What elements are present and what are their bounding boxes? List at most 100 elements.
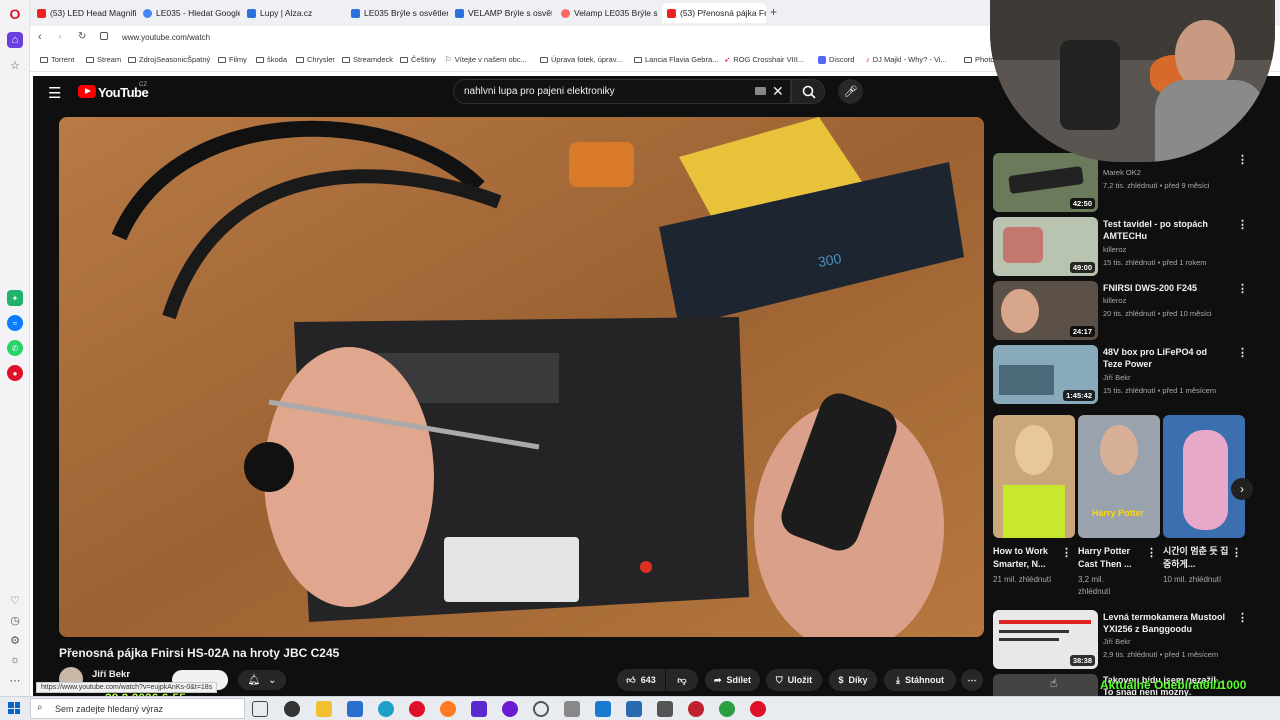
bookmark[interactable]: ZdrojSeasonicŠpatný: [128, 55, 210, 64]
lightbulb-icon[interactable]: ☼: [7, 652, 23, 668]
edge-icon[interactable]: [378, 701, 394, 717]
kebab-menu-icon[interactable]: ⋮: [1237, 611, 1248, 624]
app-icon[interactable]: [533, 701, 549, 717]
bookmark[interactable]: ⚐ Vítejte v našem obc...: [445, 55, 527, 64]
related-thumbnail[interactable]: 1:45:42: [993, 345, 1098, 404]
app-icon[interactable]: [471, 701, 487, 717]
kebab-menu-icon[interactable]: ⋮: [1231, 546, 1242, 559]
short-thumbnail[interactable]: Harry Potter: [1078, 415, 1160, 538]
search-button[interactable]: [791, 79, 825, 104]
related-title[interactable]: Test tavidel - po stopách AMTECHu: [1103, 218, 1228, 242]
related-thumbnail[interactable]: 38:38: [993, 610, 1098, 669]
chatgpt-icon[interactable]: ✦: [7, 290, 23, 306]
music-icon[interactable]: ●: [7, 365, 23, 381]
search-input[interactable]: nahlvni lupa pro pajeni elektroniky: [464, 86, 615, 97]
thanks-button[interactable]: $ Díky: [829, 669, 877, 691]
bookmark[interactable]: Lancia Flavia Gebra...: [634, 55, 718, 64]
short-thumbnail[interactable]: [1163, 415, 1245, 538]
bookmark[interactable]: ➶ ROG Crosshair VIII...: [724, 55, 804, 64]
star-icon[interactable]: ☆: [7, 57, 23, 73]
menu-icon[interactable]: ☰: [48, 84, 61, 102]
kebab-menu-icon[interactable]: ⋮: [1237, 218, 1248, 231]
opera-logo-icon[interactable]: O: [7, 6, 23, 22]
related-thumbnail[interactable]: 24:17: [993, 281, 1098, 340]
back-icon[interactable]: ‹: [38, 31, 42, 43]
voice-search-icon[interactable]: 🎤︎: [838, 79, 863, 104]
bookmark[interactable]: Chrysler: [296, 55, 335, 64]
tab-2[interactable]: Lupy | Alza.cz: [242, 3, 344, 23]
notifications-button[interactable]: 🔔︎ ⌄: [238, 670, 286, 690]
related-thumbnail[interactable]: 49:00: [993, 217, 1098, 276]
share-button[interactable]: ➦ Sdílet: [705, 669, 760, 691]
related-thumbnail[interactable]: [993, 674, 1098, 696]
bookmark[interactable]: Torrent: [40, 55, 74, 64]
task-view-icon[interactable]: [252, 701, 268, 717]
messenger-icon[interactable]: ≈: [7, 315, 23, 331]
keyboard-icon[interactable]: [755, 87, 766, 95]
app-icon[interactable]: [595, 701, 611, 717]
short-title[interactable]: 시간이 멈춘 듯 집중하게...: [1163, 545, 1235, 571]
app-icon[interactable]: [719, 701, 735, 717]
channel-name[interactable]: Jiří Bekr: [92, 669, 130, 680]
reload-icon[interactable]: ↻: [78, 31, 86, 42]
clear-search-icon[interactable]: ✕: [772, 83, 784, 100]
app-icon[interactable]: [626, 701, 642, 717]
home-icon[interactable]: ⌂: [7, 32, 23, 48]
settings-icon[interactable]: ⚙: [7, 632, 23, 648]
opera-icon[interactable]: [409, 701, 425, 717]
related-thumbnail[interactable]: 42:50: [993, 153, 1098, 212]
download-button[interactable]: ⤓ Stáhnout: [884, 669, 956, 691]
like-button[interactable]: 👍︎ 643: [617, 669, 665, 691]
obs-icon[interactable]: [284, 701, 300, 717]
tab-0[interactable]: (53) LED Head Magnifier s...: [32, 3, 136, 23]
new-tab-icon[interactable]: +: [770, 5, 777, 19]
short-title[interactable]: How to Work Smarter, N...: [993, 545, 1065, 571]
short-thumbnail[interactable]: [993, 415, 1075, 538]
file-explorer-icon[interactable]: [316, 701, 332, 717]
tab-4[interactable]: VELAMP Brýle s osvětlen...: [450, 3, 552, 23]
bookmark[interactable]: Discord: [818, 55, 854, 64]
video-player[interactable]: 300: [59, 117, 984, 637]
bookmark[interactable]: Stream: [86, 55, 121, 64]
taskbar-search[interactable]: ⌕ Sem zadejte hledaný výraz: [30, 698, 245, 719]
app-icon[interactable]: [502, 701, 518, 717]
taskbar-search-input[interactable]: Sem zadejte hledaný výraz: [55, 704, 163, 714]
kebab-menu-icon[interactable]: ⋮: [1237, 282, 1248, 295]
more-actions-button[interactable]: ⋯: [961, 669, 983, 691]
store-icon[interactable]: [347, 701, 363, 717]
dislike-button[interactable]: 👎︎: [666, 669, 698, 691]
bookmark[interactable]: Úprava fotek, úprav...: [540, 55, 622, 64]
tab-3[interactable]: LE035 Brýle s osvětlením...: [346, 3, 448, 23]
bookmark[interactable]: Češtiny: [400, 55, 436, 64]
kebab-menu-icon[interactable]: ⋮: [1237, 346, 1248, 359]
search-box[interactable]: nahlvni lupa pro pajeni elektroniky ✕: [453, 79, 791, 104]
app-icon[interactable]: [750, 701, 766, 717]
heart-icon[interactable]: ♡: [7, 592, 23, 608]
related-title[interactable]: FNIRSI DWS-200 F245: [1103, 282, 1228, 294]
chevron-right-icon[interactable]: ›: [1231, 478, 1253, 500]
short-title[interactable]: Harry Potter Cast Then ...: [1078, 545, 1150, 571]
bookmark[interactable]: ♪ DJ Majkl - Why? - Vi...: [866, 55, 947, 64]
youtube-logo-icon[interactable]: [78, 85, 96, 98]
bookmark[interactable]: Filmy: [218, 55, 247, 64]
firefox-icon[interactable]: [440, 701, 456, 717]
save-button[interactable]: ⛉ Uložit: [766, 669, 822, 691]
whatsapp-icon[interactable]: ✆: [7, 340, 23, 356]
bookmark[interactable]: Streamdeck: [342, 55, 393, 64]
kebab-menu-icon[interactable]: ⋮: [1061, 546, 1072, 559]
app-icon[interactable]: [657, 701, 673, 717]
tab-5[interactable]: Velamp LE035 Brýle s osv...: [556, 3, 658, 23]
app-icon[interactable]: [564, 701, 580, 717]
windows-start-icon[interactable]: [8, 702, 20, 714]
kebab-menu-icon[interactable]: ⋮: [1146, 546, 1157, 559]
tab-1[interactable]: LE035 - Hledat Googlem: [138, 3, 240, 23]
url-field[interactable]: www.youtube.com/watch: [122, 33, 210, 42]
forward-icon[interactable]: ›: [58, 31, 62, 43]
history-icon[interactable]: ◷: [7, 612, 23, 628]
related-title[interactable]: 48V box pro LiFePO4 od Teze Power: [1103, 346, 1228, 370]
app-icon[interactable]: [688, 701, 704, 717]
tab-6-active[interactable]: (53) Přenosná pájka Fnirsi...: [662, 3, 766, 23]
bookmark[interactable]: škoda: [256, 55, 287, 64]
more-icon[interactable]: ⋯: [7, 672, 23, 688]
related-title[interactable]: Levná termokamera Mustool YXI256 z Bangg…: [1103, 611, 1228, 635]
